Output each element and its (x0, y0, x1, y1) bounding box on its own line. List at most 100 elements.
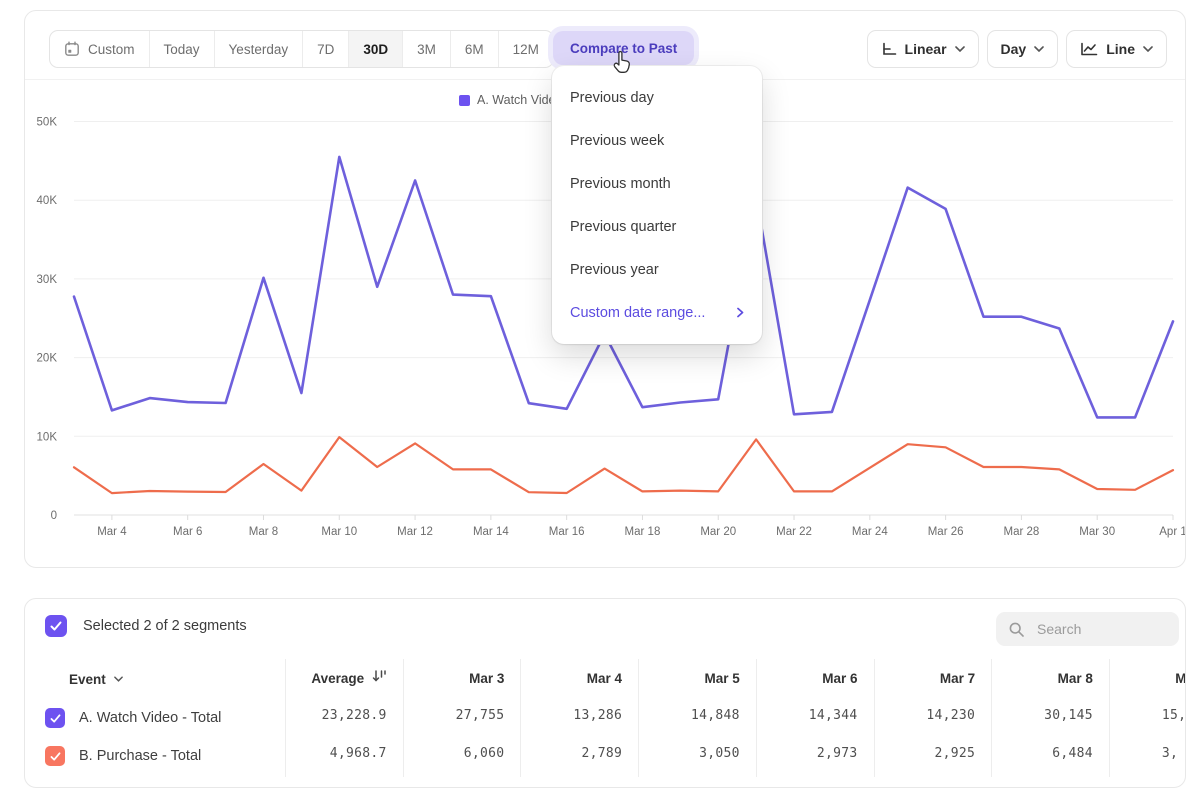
y-axis-tick-label: 20K (37, 353, 58, 365)
menu-item-label: Previous day (570, 90, 654, 106)
legend-swatch-a (459, 95, 470, 106)
line-chart-icon (1080, 42, 1098, 57)
x-axis-tick-label: Mar 24 (852, 526, 888, 538)
x-axis-tick-label: Mar 30 (1079, 526, 1115, 538)
event-column-header[interactable]: Event (69, 661, 123, 697)
menu-item-label: Previous quarter (570, 219, 676, 235)
search-input[interactable] (1035, 620, 1159, 638)
row-b-checkbox[interactable] (45, 746, 65, 766)
x-axis-tick-label: Mar 12 (397, 526, 433, 538)
range-option-label: Custom (88, 42, 135, 57)
menu-item-previous-day[interactable]: Previous day (552, 76, 762, 119)
row-a-label: A. Watch Video - Total (79, 710, 221, 726)
legend-label-a: A. Watch Video (477, 93, 562, 107)
menu-item-label: Previous year (570, 262, 659, 278)
table-cell: 6,484 (991, 735, 1109, 773)
table-row-purchase: B. Purchase - Total (45, 737, 201, 775)
calendar-icon (64, 41, 80, 57)
range-option-7d[interactable]: 7D (303, 31, 349, 67)
x-axis-tick-label: Mar 10 (321, 526, 357, 538)
date-header-label: Mar 5 (705, 671, 740, 686)
x-axis-tick-label: Mar 14 (473, 526, 509, 538)
column-divider (991, 659, 992, 777)
segments-table-panel: Selected 2 of 2 segments Event A. Watch … (24, 598, 1186, 788)
series-line-purchase[interactable] (74, 437, 1173, 493)
column-divider (403, 659, 404, 777)
column-divider (874, 659, 875, 777)
date-header-label: Mar 6 (822, 671, 857, 686)
range-option-label: Today (164, 42, 200, 57)
interval-dropdown-label: Day (1001, 41, 1027, 57)
y-axis-tick-label: 40K (37, 195, 58, 207)
selected-segments-row: Selected 2 of 2 segments (45, 615, 247, 637)
x-axis-tick-label: Mar 6 (173, 526, 202, 538)
scale-dropdown-label: Linear (905, 41, 947, 57)
chevron-down-icon (1034, 46, 1044, 52)
row-b-label: B. Purchase - Total (79, 748, 201, 764)
sort-descending-icon[interactable] (372, 669, 387, 683)
range-option-3m[interactable]: 3M (403, 31, 451, 67)
range-option-label: Yesterday (229, 42, 289, 57)
select-all-checkbox[interactable] (45, 615, 67, 637)
x-axis-tick-label: Mar 18 (625, 526, 661, 538)
table-column: Mar 514,8483,050 (638, 661, 756, 773)
toolbar-right-group: Linear Day Line (867, 30, 1167, 68)
table-column: Mar 413,2862,789 (520, 661, 638, 773)
range-option-today[interactable]: Today (150, 31, 215, 67)
scale-dropdown-button[interactable]: Linear (867, 30, 979, 68)
selected-segments-label: Selected 2 of 2 segments (83, 618, 247, 634)
table-column: Mar 614,3442,973 (756, 661, 874, 773)
table-cell: 13,286 (520, 697, 638, 735)
menu-item-previous-year[interactable]: Previous year (552, 248, 762, 291)
search-icon (1008, 621, 1025, 638)
table-cell: 14,230 (874, 697, 992, 735)
range-option-label: 6M (465, 42, 484, 57)
range-option-custom[interactable]: Custom (50, 31, 150, 67)
x-axis-tick-label: Mar 26 (928, 526, 964, 538)
table-row-watch-video: A. Watch Video - Total (45, 699, 221, 737)
menu-item-previous-month[interactable]: Previous month (552, 162, 762, 205)
table-cell: 30,145 (991, 697, 1109, 735)
table-cell: 6,060 (403, 735, 521, 773)
date-header-label: Mar 4 (587, 671, 622, 686)
x-axis-tick-label: Mar 20 (700, 526, 736, 538)
column-divider (638, 659, 639, 777)
y-axis-tick-label: 30K (37, 274, 58, 286)
column-header: Mar 9 (1109, 661, 1186, 697)
search-box (996, 612, 1179, 646)
menu-item-label: Custom date range... (570, 305, 705, 321)
range-option-label: 7D (317, 42, 334, 57)
range-option-30d[interactable]: 30D (349, 31, 403, 67)
table-cell: 15, (1109, 697, 1186, 735)
table-cell: 14,848 (638, 697, 756, 735)
menu-item-previous-quarter[interactable]: Previous quarter (552, 205, 762, 248)
range-option-12m[interactable]: 12M (499, 31, 553, 67)
range-option-label: 3M (417, 42, 436, 57)
column-header: Mar 3 (403, 661, 521, 697)
table-column: Mar 714,2302,925 (874, 661, 992, 773)
column-header: Mar 8 (991, 661, 1109, 697)
range-option-label: 30D (363, 42, 388, 57)
interval-dropdown-button[interactable]: Day (987, 30, 1059, 68)
table-cell: 2,925 (874, 735, 992, 773)
row-a-checkbox[interactable] (45, 708, 65, 728)
chevron-down-icon (114, 676, 123, 682)
column-divider (285, 659, 286, 777)
column-divider (756, 659, 757, 777)
table-column-clipped: Mar 915,3, (1109, 661, 1186, 773)
x-axis-tick-label: Mar 8 (249, 526, 278, 538)
menu-item-custom-date-range[interactable]: Custom date range... (552, 291, 762, 334)
menu-item-label: Previous month (570, 176, 671, 192)
y-axis-tick-label: 50K (37, 117, 58, 129)
chart-type-dropdown-button[interactable]: Line (1066, 30, 1167, 68)
menu-item-previous-week[interactable]: Previous week (552, 119, 762, 162)
chart-type-dropdown-label: Line (1106, 41, 1135, 57)
range-option-6m[interactable]: 6M (451, 31, 499, 67)
range-option-yesterday[interactable]: Yesterday (215, 31, 304, 67)
table-cell: 3, (1109, 735, 1186, 773)
x-axis-tick-label: Mar 28 (1004, 526, 1040, 538)
x-axis-tick-label: Mar 22 (776, 526, 812, 538)
legend-item-watch-video: A. Watch Video (459, 93, 562, 107)
compare-to-past-button[interactable]: Compare to Past (553, 31, 694, 65)
date-header-label: Mar 3 (469, 671, 504, 686)
